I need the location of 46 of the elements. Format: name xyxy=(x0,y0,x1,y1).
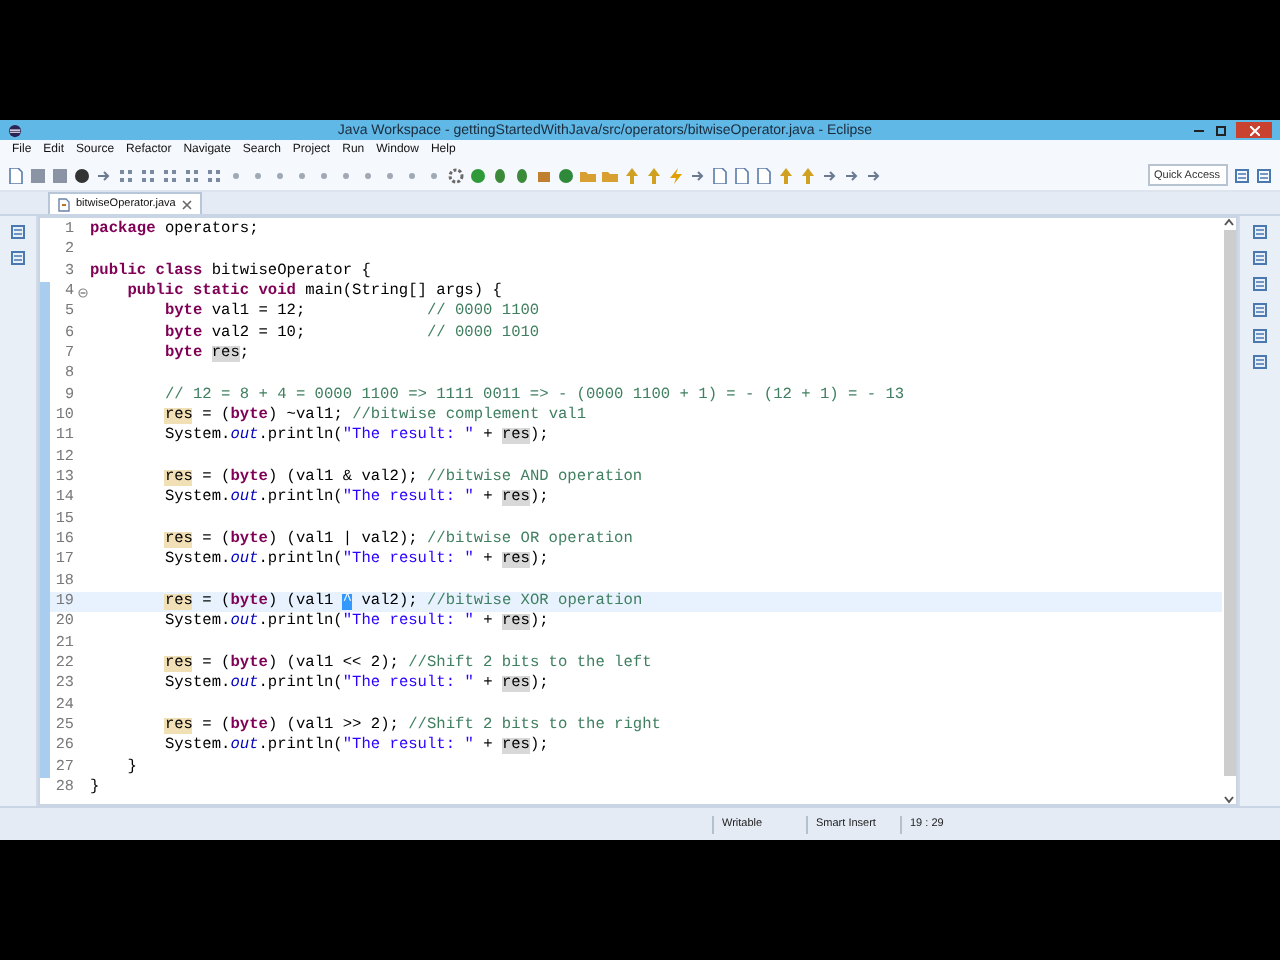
arrow-icon[interactable] xyxy=(96,167,112,183)
restore-icon xyxy=(1216,124,1228,136)
view-icon[interactable] xyxy=(1252,276,1268,292)
view-icon[interactable] xyxy=(10,224,26,240)
view-icon[interactable] xyxy=(1252,302,1268,318)
arrow-icon[interactable] xyxy=(690,167,706,183)
view-icon[interactable] xyxy=(1252,224,1268,240)
view-icon[interactable] xyxy=(10,250,26,266)
view-icon[interactable] xyxy=(1252,328,1268,344)
view-icon[interactable] xyxy=(1252,250,1268,266)
page-icon[interactable] xyxy=(8,167,24,183)
view-icon[interactable] xyxy=(1256,167,1272,183)
dot-icon[interactable] xyxy=(338,167,354,183)
maximize-button[interactable] xyxy=(1212,122,1232,138)
circle-icon[interactable] xyxy=(74,167,90,183)
scroll-down-icon[interactable] xyxy=(1224,796,1234,804)
code-editor[interactable] xyxy=(38,216,1238,806)
arrow-icon[interactable] xyxy=(866,167,882,183)
java-file-icon xyxy=(58,197,70,211)
box-icon[interactable] xyxy=(536,167,552,183)
fold-icon[interactable] xyxy=(77,287,87,298)
close-button[interactable] xyxy=(1236,122,1272,138)
scroll-up-icon[interactable] xyxy=(1224,218,1234,226)
grid-icon[interactable] xyxy=(140,167,156,183)
dot-icon[interactable] xyxy=(382,167,398,183)
grid-icon[interactable] xyxy=(206,167,222,183)
scrollbar-thumb[interactable] xyxy=(1223,230,1235,776)
view-icon[interactable] xyxy=(1234,167,1250,183)
dot-icon[interactable] xyxy=(294,167,310,183)
grid-icon[interactable] xyxy=(162,167,178,183)
arrow-icon[interactable] xyxy=(844,167,860,183)
flash-icon[interactable] xyxy=(668,167,684,183)
arrow-icon[interactable] xyxy=(822,167,838,183)
minimize-icon xyxy=(1193,128,1203,132)
close-icon xyxy=(1249,125,1259,135)
close-icon[interactable] xyxy=(181,199,192,209)
grid-icon[interactable] xyxy=(184,167,200,183)
dot-icon[interactable] xyxy=(228,167,244,183)
grid-icon[interactable] xyxy=(118,167,134,183)
dot-icon[interactable] xyxy=(426,167,442,183)
view-icon[interactable] xyxy=(1252,354,1268,370)
dot-icon[interactable] xyxy=(404,167,420,183)
dot-icon[interactable] xyxy=(272,167,288,183)
dot-icon[interactable] xyxy=(360,167,376,183)
dot-icon[interactable] xyxy=(250,167,266,183)
dot-icon[interactable] xyxy=(316,167,332,183)
